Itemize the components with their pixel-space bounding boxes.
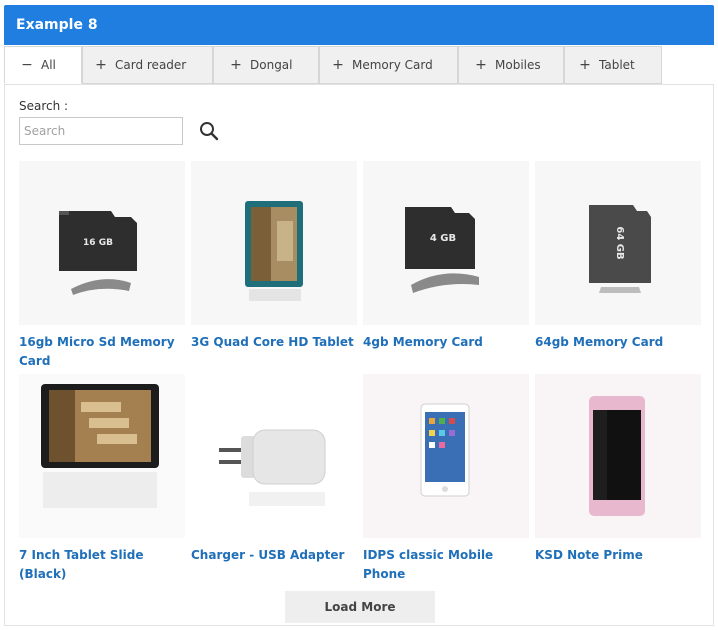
card-capacity-label: 4 GB (430, 233, 456, 244)
tab-label: Dongal (250, 58, 293, 72)
product-title[interactable]: 7 Inch Tablet Slide (Black) (19, 546, 185, 584)
product-title[interactable]: 4gb Memory Card (363, 333, 529, 352)
product-card[interactable]: 4 GB 4gb Memory Card (363, 161, 529, 352)
plus-icon: + (332, 57, 344, 73)
mobile-phone-icon (363, 374, 529, 538)
product-card[interactable]: Charger - USB Adapter (191, 374, 357, 565)
tab-all[interactable]: − All (4, 46, 82, 84)
tab-tablet[interactable]: + Tablet (564, 46, 662, 84)
products-panel: Search : 16 GB 16gb Micro Sd Memory Card (4, 84, 714, 626)
plus-icon: + (95, 57, 107, 73)
tab-dongal[interactable]: + Dongal (213, 46, 319, 84)
tab-card-reader[interactable]: + Card reader (82, 46, 213, 84)
product-card[interactable]: IDPS classic Mobile Phone (363, 374, 529, 584)
page-header: Example 8 (4, 5, 714, 45)
tablet-icon (191, 161, 357, 325)
plus-icon: + (230, 57, 242, 73)
product-card[interactable]: 64 GB 64gb Memory Card (535, 161, 701, 352)
minus-icon: − (21, 57, 33, 73)
product-card[interactable]: 7 Inch Tablet Slide (Black) (19, 374, 185, 584)
tablet-icon (19, 374, 185, 538)
product-image[interactable] (19, 374, 185, 538)
product-image[interactable] (191, 161, 357, 325)
product-card[interactable]: 3G Quad Core HD Tablet (191, 161, 357, 352)
product-title[interactable]: 64gb Memory Card (535, 333, 701, 352)
plus-icon: + (475, 57, 487, 73)
product-card[interactable]: 16 GB 16gb Micro Sd Memory Card (19, 161, 185, 371)
card-capacity-label: 64 GB (614, 226, 625, 259)
product-image[interactable]: 16 GB (19, 161, 185, 325)
tab-mobiles[interactable]: + Mobiles (458, 46, 564, 84)
search-label: Search : (19, 99, 69, 113)
product-title[interactable]: KSD Note Prime (535, 546, 701, 565)
plus-icon: + (579, 57, 591, 73)
product-title[interactable]: 3G Quad Core HD Tablet (191, 333, 357, 352)
tab-label: Tablet (599, 58, 635, 72)
product-image[interactable]: 4 GB (363, 161, 529, 325)
card-capacity-label: 16 GB (83, 238, 113, 248)
microsd-card-icon: 64 GB (535, 161, 701, 325)
product-image[interactable]: 64 GB (535, 161, 701, 325)
product-card[interactable]: KSD Note Prime (535, 374, 701, 565)
tab-label: Card reader (115, 58, 187, 72)
search-icon[interactable] (197, 119, 221, 143)
search-input[interactable] (19, 117, 183, 145)
product-title[interactable]: IDPS classic Mobile Phone (363, 546, 529, 584)
product-image[interactable] (191, 374, 357, 538)
tab-memory-card[interactable]: + Memory Card (319, 46, 458, 84)
product-title[interactable]: 16gb Micro Sd Memory Card (19, 333, 185, 371)
page-title: Example 8 (16, 17, 98, 33)
tab-label: Mobiles (495, 58, 541, 72)
mobile-phone-icon (535, 374, 701, 538)
tab-label: All (41, 58, 56, 72)
usb-charger-icon (191, 374, 357, 538)
load-more-button[interactable]: Load More (285, 591, 435, 623)
microsd-card-icon: 4 GB (363, 161, 529, 325)
tab-label: Memory Card (352, 58, 433, 72)
microsd-card-icon: 16 GB (19, 161, 185, 325)
product-image[interactable] (363, 374, 529, 538)
product-title[interactable]: Charger - USB Adapter (191, 546, 357, 565)
product-image[interactable] (535, 374, 701, 538)
